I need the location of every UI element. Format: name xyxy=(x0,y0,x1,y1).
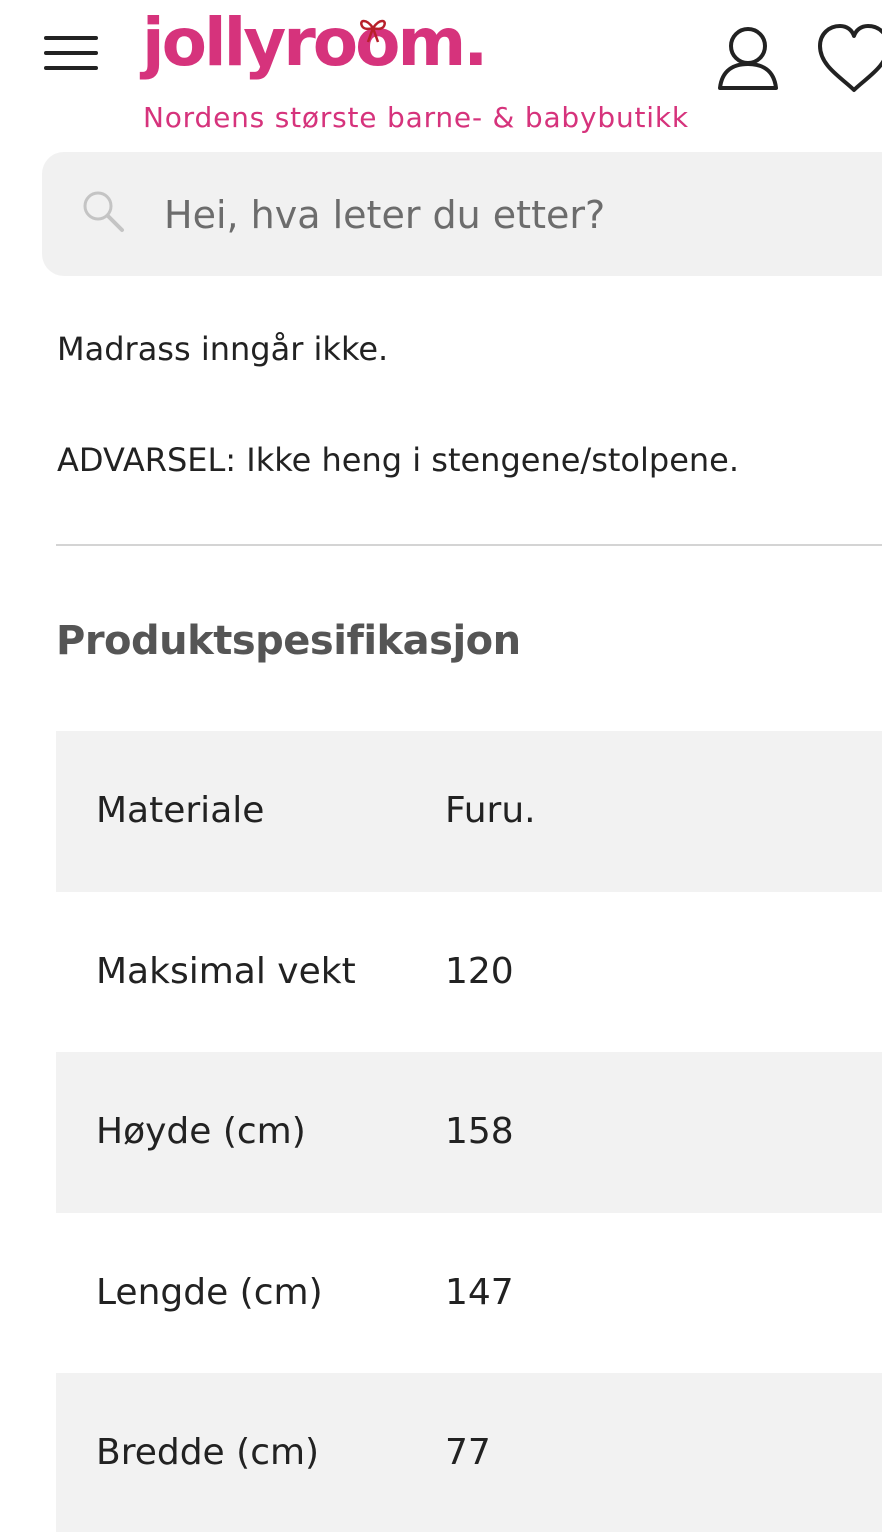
logo[interactable]: jollyroom. xyxy=(142,10,488,76)
divider xyxy=(56,544,882,546)
spec-table: Materiale Furu. Maksimal vekt 120 Høyde … xyxy=(56,731,882,1532)
logo-bow-icon xyxy=(360,19,386,43)
spec-value: 77 xyxy=(445,1432,491,1473)
user-account-icon xyxy=(718,27,778,90)
spec-row-max-weight: Maksimal vekt 120 xyxy=(56,892,882,1053)
account-button[interactable] xyxy=(712,22,784,94)
spec-row-height: Høyde (cm) 158 xyxy=(56,1052,882,1213)
heart-icon xyxy=(818,24,882,92)
description-warning: ADVARSEL: Ikke heng i stengene/stolpene. xyxy=(57,441,740,479)
search-input[interactable] xyxy=(164,185,864,245)
spec-label: Lengde (cm) xyxy=(96,1271,323,1313)
tagline: Nordens største barne- & babybutikk xyxy=(143,101,689,134)
spec-section-title: Produktspesifikasjon xyxy=(56,618,521,664)
spec-value: Furu. xyxy=(445,790,536,831)
spec-label: Høyde (cm) xyxy=(96,1111,306,1152)
spec-value: 120 xyxy=(445,950,514,992)
spec-row-width: Bredde (cm) 77 xyxy=(56,1373,882,1532)
product-page: jollyroom. Nordens største barne- & baby… xyxy=(0,0,882,1532)
menu-button[interactable] xyxy=(44,32,100,72)
description-mattress-note: Madrass inngår ikke. xyxy=(57,330,389,368)
spec-label: Materiale xyxy=(96,790,265,831)
spec-value: 147 xyxy=(445,1271,514,1313)
spec-row-material: Materiale Furu. xyxy=(56,731,882,892)
hamburger-menu-icon xyxy=(44,36,98,40)
spec-row-length: Lengde (cm) 147 xyxy=(56,1213,882,1374)
spec-label: Maksimal vekt xyxy=(96,950,356,992)
wishlist-button[interactable] xyxy=(814,20,882,96)
spec-value: 158 xyxy=(445,1111,514,1152)
search-icon[interactable] xyxy=(80,188,126,234)
spec-label: Bredde (cm) xyxy=(96,1432,320,1473)
site-header: jollyroom. Nordens største barne- & baby… xyxy=(0,0,882,150)
